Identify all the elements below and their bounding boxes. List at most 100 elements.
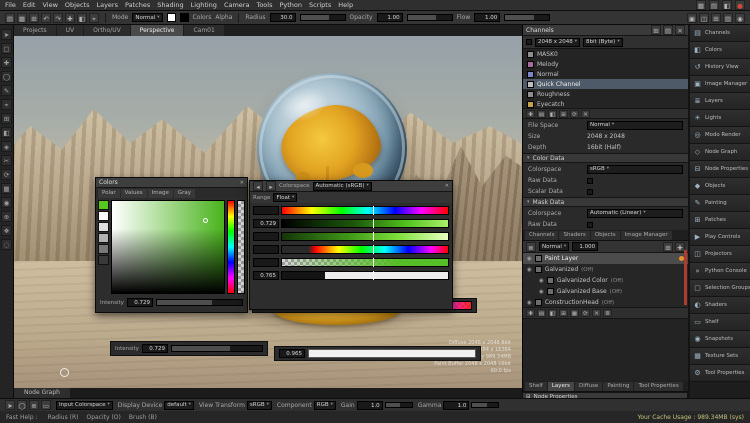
viewport-tab[interactable]: UV — [57, 25, 84, 36]
layer-action-icon[interactable]: ▤ — [537, 309, 546, 317]
channel-row[interactable]: MASK0 — [523, 49, 688, 59]
panel-icon[interactable]: ✕ — [675, 25, 685, 35]
colors-tab[interactable]: Image — [148, 189, 173, 198]
layer-row[interactable]: ◉ Galvanized (Off) — [523, 264, 688, 275]
menu-item[interactable]: Shading — [157, 1, 183, 9]
tool-icon[interactable]: ✂ — [1, 155, 12, 166]
colorspace-dropdown[interactable]: sRGB▾ — [587, 165, 683, 174]
gradient-marker[interactable] — [373, 232, 374, 241]
dock-tab[interactable]: Shelf — [525, 382, 547, 391]
palette-button[interactable]: ◫ Projectors — [690, 246, 750, 263]
gradient-marker[interactable] — [373, 206, 374, 215]
mask-data-header[interactable]: ▾ Mask Data — [523, 197, 688, 207]
tool-icon[interactable]: ▦ — [1, 183, 12, 194]
viewport-tab[interactable]: Projects — [14, 25, 56, 36]
channel-action-icon[interactable]: ⟳ — [570, 110, 579, 118]
layers-scrollbar[interactable] — [684, 250, 687, 305]
menu-item[interactable]: Camera — [224, 1, 250, 9]
layer-row[interactable]: ◉ Paint Layer — [523, 253, 688, 264]
layer-amount-field[interactable]: 1.000 — [572, 242, 598, 251]
tool-icon[interactable]: ⌖ — [1, 99, 12, 110]
toolbar-icon[interactable]: ◉ — [735, 13, 745, 23]
palette-button[interactable]: » Python Console — [690, 263, 750, 280]
flow-field[interactable]: 1.00 — [474, 13, 500, 22]
gradient-marker[interactable] — [373, 271, 374, 280]
blend-mode-dropdown[interactable]: Normal▾ — [539, 242, 569, 251]
layer-row[interactable]: ◉ Galvanized Color (Off) — [523, 275, 688, 286]
gradient-marker[interactable] — [373, 258, 374, 267]
white-value-bar[interactable] — [308, 349, 476, 358]
gradient-bar[interactable] — [281, 206, 449, 215]
mask-raw-data-checkbox[interactable] — [587, 222, 593, 228]
toolbar-icon[interactable]: ↷ — [53, 13, 63, 23]
palette-button[interactable]: ◇ Node Graph — [690, 144, 750, 161]
palette-button[interactable]: ◐ Shaders — [690, 297, 750, 314]
size-dropdown[interactable]: 2048 x 2048▾ — [535, 38, 580, 47]
gradient-bar[interactable] — [281, 232, 449, 241]
toolbar-icon[interactable]: ▤ — [5, 13, 15, 23]
tool-icon[interactable]: ➤ — [1, 29, 12, 40]
dock-tab[interactable]: Layers — [548, 382, 574, 391]
dock-tab[interactable]: Tool Properties — [634, 382, 682, 391]
intensity-field[interactable]: 0.729 — [142, 344, 168, 353]
visibility-icon[interactable]: ◉ — [527, 256, 532, 262]
toolbar-icon[interactable]: ⊞ — [711, 13, 721, 23]
toolbar-icon[interactable]: ▤ — [723, 13, 733, 23]
channel-row[interactable]: Quick Channel — [523, 79, 688, 89]
palette-button[interactable]: ▦ Texture Sets — [690, 348, 750, 365]
gain-slider[interactable] — [385, 402, 413, 408]
hue-strip[interactable] — [227, 200, 235, 294]
dock-tab[interactable]: Diffuse — [575, 382, 602, 391]
layer-action-icon[interactable]: ✕ — [592, 309, 601, 317]
palette-button[interactable]: ↺ History View — [690, 59, 750, 76]
toolbar-icon[interactable]: ✚ — [65, 13, 75, 23]
palette-button[interactable]: ▣ Image Manager — [690, 76, 750, 93]
toolbar-icon[interactable]: ⊞ — [29, 13, 39, 23]
mode-dropdown[interactable]: Normal▾ — [132, 13, 162, 22]
tool-icon[interactable]: ◌ — [1, 239, 12, 250]
close-icon[interactable]: ✕ — [445, 183, 449, 189]
tool-icon[interactable]: ⟳ — [1, 169, 12, 180]
input-colorspace-dropdown[interactable]: Input Colorspace▾ — [56, 401, 113, 410]
background-color-swatch[interactable] — [180, 13, 189, 22]
gradient-panel-titlebar[interactable]: ◂ ▸ Colorspace Automatic (sRGB)▾ ✕ — [250, 181, 452, 192]
palette-button[interactable]: ▤ Channels — [690, 25, 750, 42]
panel-icon[interactable]: ▤ — [663, 25, 673, 35]
range-dropdown[interactable]: Float▾ — [273, 193, 297, 202]
radius-slider[interactable] — [300, 14, 346, 21]
raw-data-checkbox[interactable] — [587, 178, 593, 184]
view-transform-dropdown[interactable]: sRGB▾ — [247, 401, 272, 410]
visibility-icon[interactable]: ◉ — [539, 289, 544, 295]
channel-row[interactable]: Roughness — [523, 89, 688, 99]
palette-button[interactable]: ◉ Snapshots — [690, 331, 750, 348]
checkbox[interactable] — [526, 39, 532, 45]
tab-node-graph[interactable]: Node Graph — [14, 388, 70, 398]
palette-button[interactable]: ◆ Objects — [690, 178, 750, 195]
palette-button[interactable]: ⊟ Node Properties — [690, 161, 750, 178]
gamma-field[interactable]: 1.0 — [443, 401, 469, 410]
palette-button[interactable]: ⊞ Patches — [690, 212, 750, 229]
layer-row[interactable]: ◉ ConstructionHead (Off) — [523, 297, 688, 308]
tool-icon[interactable]: ⊕ — [1, 211, 12, 222]
channel-action-icon[interactable]: ⊞ — [559, 110, 568, 118]
menubar-icon[interactable]: ● — [735, 0, 745, 10]
tool-icon[interactable]: ◈ — [1, 141, 12, 152]
gradient-marker[interactable] — [373, 245, 374, 254]
gradient-bar[interactable] — [281, 271, 449, 280]
gradient-value-field[interactable] — [253, 245, 279, 254]
radius-field[interactable]: 30.0 — [270, 13, 296, 22]
intensity-slider[interactable] — [156, 299, 243, 306]
colorspace-dropdown[interactable]: Automatic (sRGB)▾ — [313, 182, 372, 191]
viewport-tab[interactable]: Cam01 — [184, 25, 223, 36]
menu-item[interactable]: Lighting — [191, 1, 217, 9]
scalar-data-checkbox[interactable] — [587, 189, 593, 195]
gradient-value-field[interactable] — [253, 232, 279, 241]
alpha-strip[interactable] — [237, 200, 245, 294]
tool-icon[interactable]: ❖ — [1, 225, 12, 236]
bottom-toolbar-icon[interactable]: ➤ — [5, 400, 15, 410]
menu-item[interactable]: View — [42, 1, 57, 9]
color-swatch[interactable] — [98, 222, 109, 232]
layer-action-icon[interactable]: ◧ — [548, 309, 557, 317]
channel-action-icon[interactable]: ✕ — [581, 110, 590, 118]
dock-tab[interactable]: Channels — [525, 231, 558, 240]
